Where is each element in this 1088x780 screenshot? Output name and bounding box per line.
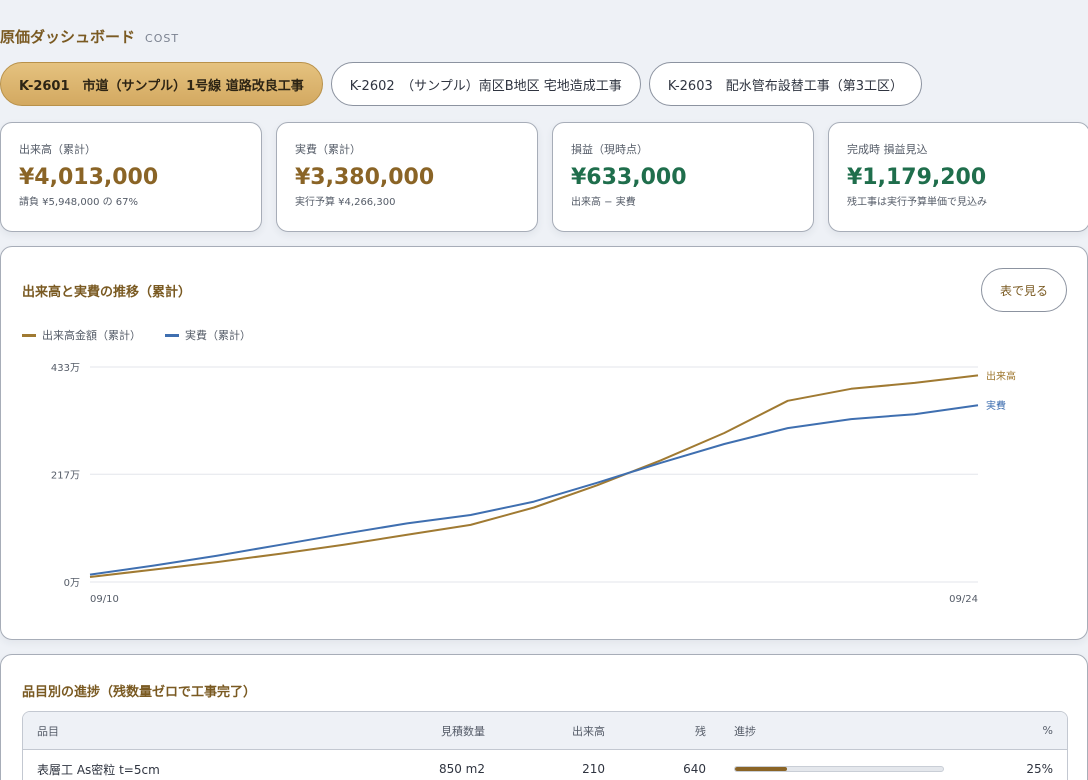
cell-remaining: 640 — [683, 762, 706, 776]
card-value: ¥1,179,200 — [847, 165, 987, 190]
progress-bar-fill — [735, 767, 787, 771]
card-label: 出来高（累計） — [19, 143, 96, 156]
trend-chart-panel: 出来高と実費の推移（累計） 表で見る 出来高金額（累計） 実費（累計） 433万… — [0, 246, 1088, 640]
card-value: ¥633,000 — [571, 165, 687, 190]
card-actual-cost: 実費（累計） ¥3,380,000 実行予算 ¥4,266,300 — [276, 122, 538, 232]
col-header-percent: % — [1042, 724, 1053, 737]
progress-title: 品目別の進捗（残数量ゼロで工事完了） — [22, 685, 257, 700]
trend-chart: 433万 217万 0万 09/10 09/24 出来高実費 — [51, 363, 1016, 605]
card-value: ¥3,380,000 — [295, 165, 435, 190]
x-tick-label: 09/24 — [949, 594, 978, 605]
summary-cards: 出来高（累計） ¥4,013,000 請負 ¥5,948,000 の 67% 実… — [0, 122, 1088, 232]
progress-table: 品目 見積数量 出来高 残 進捗 % 表層工 As密粒 t=5cm 850 m2… — [22, 711, 1068, 780]
series-end-label: 出来高 — [986, 369, 1016, 382]
table-header-row: 品目 見積数量 出来高 残 進捗 % — [23, 712, 1067, 750]
card-note: 請負 ¥5,948,000 の 67% — [19, 197, 139, 208]
card-note: 出来高 − 実費 — [571, 197, 636, 208]
series-line-0 — [89, 374, 979, 578]
col-header-qty: 見積数量 — [441, 724, 485, 738]
page-subtitle: COST — [145, 32, 180, 45]
cell-percent: 25% — [1026, 762, 1053, 776]
tab-k-2602[interactable]: K-2602 （サンプル）南区B地区 宅地造成工事 — [330, 62, 641, 106]
y-tick-label: 433万 — [51, 363, 80, 374]
series-end-label: 実費 — [986, 399, 1006, 412]
table-row: 表層工 As密粒 t=5cm 850 m2 210 640 25% — [23, 750, 1067, 780]
y-tick-label: 217万 — [51, 470, 80, 481]
page-title: 原価ダッシュボード — [0, 28, 136, 46]
x-tick-label: 09/10 — [90, 594, 119, 605]
y-tick-label: 0万 — [64, 578, 80, 589]
series-line-1 — [89, 404, 979, 576]
page-header: 原価ダッシュボード COST — [0, 26, 179, 47]
cell-progress — [706, 766, 1006, 772]
project-tabs: K-2601 市道（サンプル）1号線 道路改良工事 K-2602 （サンプル）南… — [0, 62, 923, 106]
card-forecast-profit: 完成時 損益見込 ¥1,179,200 残工事は実行予算単価で見込み — [828, 122, 1088, 232]
col-header-item: 品目 — [37, 724, 59, 738]
cell-qty: 850 m2 — [438, 762, 485, 776]
card-value: ¥4,013,000 — [19, 165, 159, 190]
col-header-progress: 進捗 — [734, 724, 756, 738]
tab-k-2601[interactable]: K-2601 市道（サンプル）1号線 道路改良工事 — [0, 62, 323, 106]
cell-done: 210 — [582, 762, 605, 776]
card-current-profit: 損益（現時点） ¥633,000 出来高 − 実費 — [552, 122, 814, 232]
card-label: 実費（累計） — [295, 143, 361, 156]
col-header-done: 出来高 — [572, 724, 605, 738]
card-earned-value: 出来高（累計） ¥4,013,000 請負 ¥5,948,000 の 67% — [0, 122, 262, 232]
card-note: 実行予算 ¥4,266,300 — [295, 197, 396, 208]
card-note: 残工事は実行予算単価で見込み — [847, 197, 987, 208]
col-header-remaining: 残 — [695, 724, 706, 738]
progress-panel: 品目別の進捗（残数量ゼロで工事完了） 品目 見積数量 出来高 残 進捗 % 表層… — [0, 654, 1088, 780]
card-label: 損益（現時点） — [571, 143, 648, 156]
progress-bar-track — [734, 766, 944, 772]
cell-item: 表層工 As密粒 t=5cm — [37, 762, 160, 777]
card-label: 完成時 損益見込 — [847, 143, 928, 156]
tab-k-2603[interactable]: K-2603 配水管布設替工事（第3工区） — [648, 62, 923, 106]
